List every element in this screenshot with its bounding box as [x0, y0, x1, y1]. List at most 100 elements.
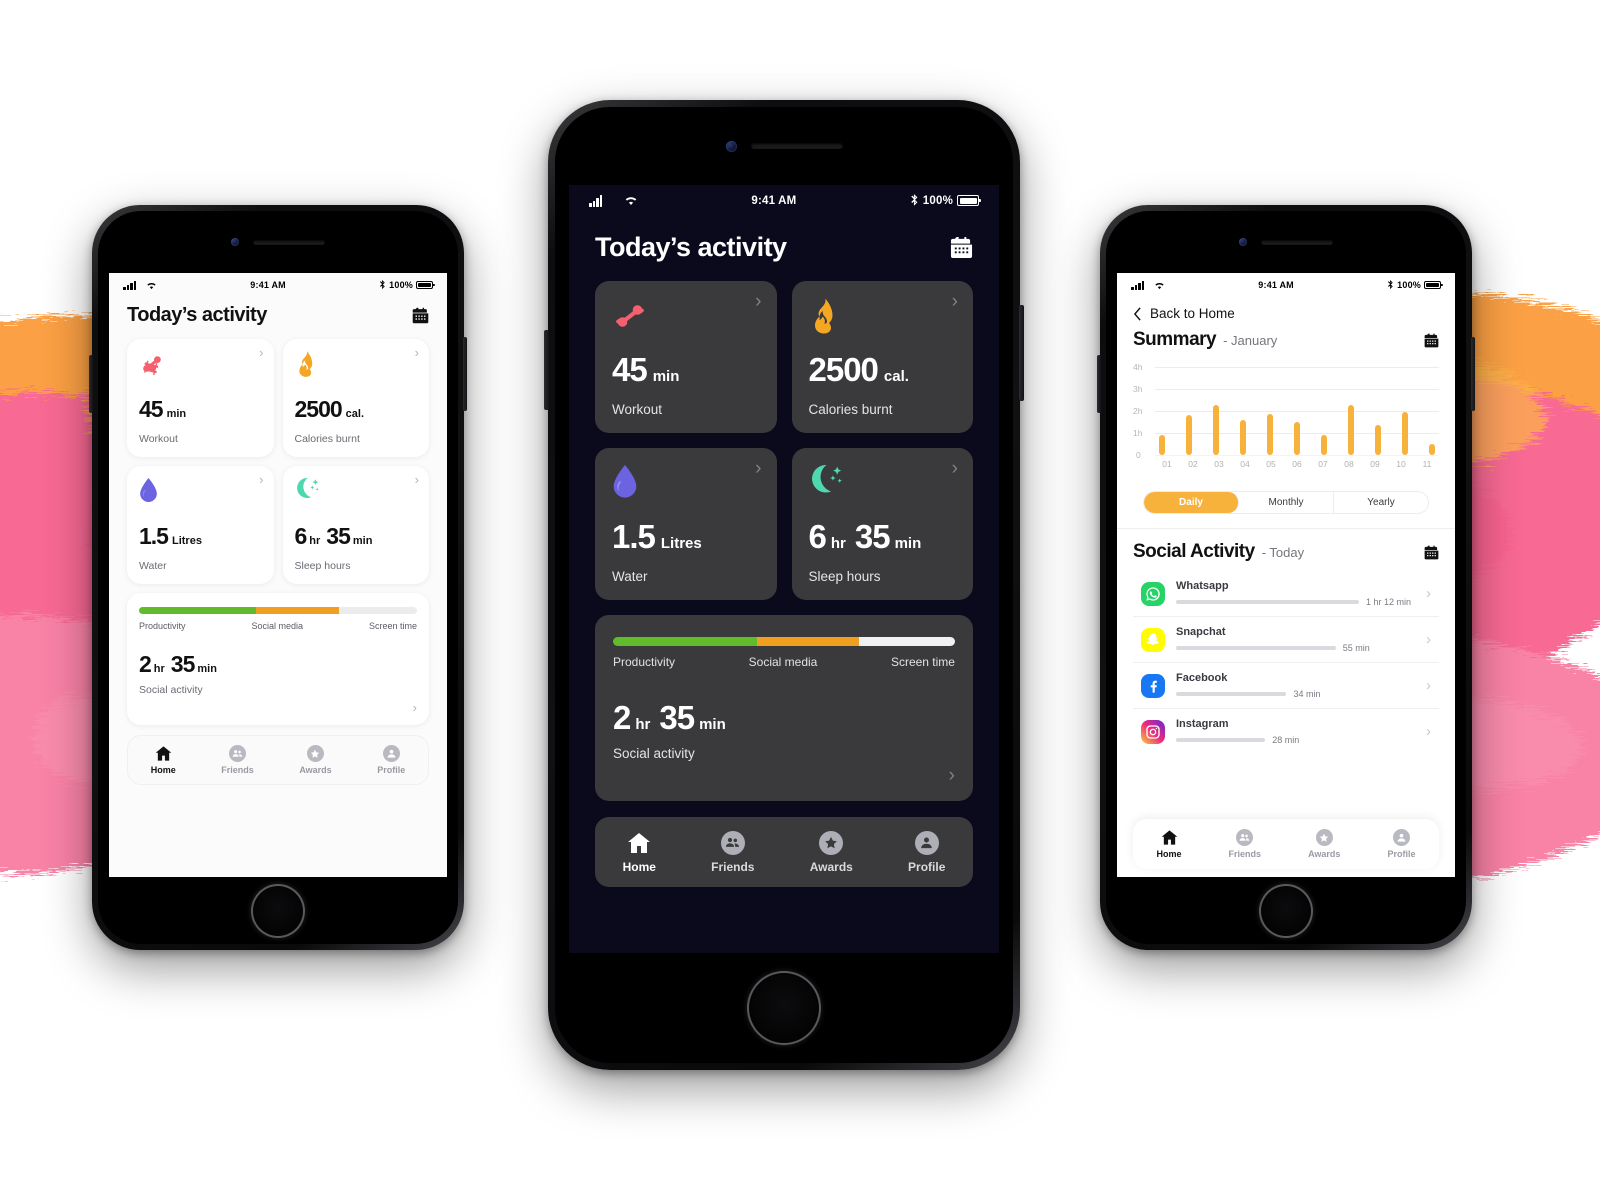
- calendar-icon[interactable]: [950, 236, 973, 259]
- list-item[interactable]: Snapchat 55 min ›: [1133, 617, 1439, 663]
- battery-icon: [1424, 281, 1443, 289]
- home-button[interactable]: [1259, 883, 1313, 938]
- summary-bar-chart: 4h 3h 2h 1h 0 01 02 03 04 05 06 07 08 09…: [1133, 362, 1439, 475]
- screen-time-labels: Productivity Social media Screen time: [139, 621, 417, 631]
- tab-home[interactable]: Home: [623, 831, 656, 874]
- range-daily[interactable]: Daily: [1144, 492, 1239, 513]
- chevron-right-icon: ›: [414, 345, 419, 360]
- tab-awards[interactable]: Awards: [1308, 829, 1340, 859]
- social-activity-card[interactable]: Productivity Social media Screen time 2 …: [595, 615, 973, 801]
- tab-label: Home: [622, 859, 656, 874]
- metric-value-row: 45 min: [139, 396, 186, 423]
- calendar-icon[interactable]: [412, 307, 429, 324]
- tab-profile[interactable]: Profile: [377, 745, 405, 775]
- xtick: 09: [1370, 459, 1380, 469]
- tab-profile[interactable]: Profile: [1387, 829, 1415, 859]
- tab-home[interactable]: Home: [151, 745, 176, 775]
- metric-caption: Water: [612, 569, 648, 584]
- tab-home[interactable]: Home: [1157, 829, 1182, 859]
- tab-friends[interactable]: Friends: [1229, 829, 1261, 859]
- page-title: Today’s activity: [127, 304, 267, 326]
- metric-card-sleep[interactable]: › 6 hr 35 min Sleep hours: [791, 448, 973, 600]
- metric-value: 2500: [294, 396, 343, 422]
- social-activity-list: Whatsapp 1 hr 12 min › Snapchat 55 min ›…: [1133, 571, 1439, 754]
- status-time: 9:41 AM: [250, 280, 286, 290]
- metric-card-sleep[interactable]: › 6 hr 35 min Sleep hours: [282, 466, 429, 584]
- chart-bar[interactable]: [1429, 444, 1435, 455]
- chevron-right-icon: ›: [1426, 723, 1431, 740]
- calendar-icon[interactable]: [1424, 545, 1439, 560]
- metric-card-calories[interactable]: › 2500 cal. Calories burnt: [282, 339, 429, 457]
- list-item[interactable]: Instagram 28 min ›: [1133, 709, 1439, 754]
- battery-icon: [957, 195, 981, 206]
- chart-bar[interactable]: [1321, 434, 1327, 455]
- ytick-3h: 3h: [1133, 384, 1143, 394]
- battery-percent: 100%: [389, 280, 413, 290]
- summary-screen: 9:41 AM 100% Back to Home Summary - Janu…: [1117, 273, 1455, 877]
- back-to-home-button[interactable]: Back to Home: [1117, 292, 1455, 323]
- home-button[interactable]: [251, 883, 305, 938]
- chart-bar[interactable]: [1267, 414, 1273, 455]
- metric-card-water[interactable]: › 1.5 Litres Water: [127, 466, 274, 584]
- label-productivity: Productivity: [613, 655, 676, 669]
- chart-bar[interactable]: [1294, 422, 1300, 455]
- phone-center-volume-buttons: [544, 330, 549, 410]
- status-time: 9:41 AM: [1258, 280, 1294, 290]
- chart-bar[interactable]: [1402, 412, 1408, 455]
- tab-awards[interactable]: Awards: [299, 745, 332, 775]
- list-item[interactable]: Whatsapp 1 hr 12 min ›: [1133, 571, 1439, 617]
- metric-card-workout[interactable]: › 45 min Workout: [595, 281, 777, 433]
- tab-friends[interactable]: Friends: [221, 745, 254, 775]
- tab-awards[interactable]: Awards: [810, 830, 853, 874]
- social-activity-card[interactable]: Productivity Social media Screen time 2 …: [127, 593, 429, 725]
- home-button[interactable]: [747, 971, 821, 1045]
- list-item-body: Instagram 28 min: [1176, 718, 1411, 745]
- usage-bar-row: 55 min: [1176, 643, 1411, 653]
- range-yearly[interactable]: Yearly: [1334, 492, 1428, 513]
- metric-value-row: 6 hr 35 min: [809, 518, 922, 556]
- ytick-4h: 4h: [1133, 362, 1143, 372]
- range-monthly[interactable]: Monthly: [1239, 492, 1334, 513]
- tab-friends[interactable]: Friends: [711, 830, 754, 874]
- label-social-media: Social media: [748, 655, 818, 669]
- star-badge-icon: [1315, 829, 1333, 846]
- status-time: 9:41 AM: [751, 194, 797, 207]
- bar-segment-productivity: [613, 637, 757, 646]
- list-item[interactable]: Facebook 34 min ›: [1133, 663, 1439, 709]
- chart-bar[interactable]: [1213, 405, 1219, 455]
- metric-unit: cal.: [345, 408, 365, 420]
- calendar-icon[interactable]: [1424, 333, 1439, 348]
- tab-label: Awards: [1308, 849, 1341, 859]
- social-value: 2: [139, 651, 152, 677]
- chart-bar[interactable]: [1375, 425, 1381, 455]
- usage-time: 28 min: [1272, 735, 1300, 745]
- bluetooth-icon: [1388, 280, 1393, 290]
- tab-profile[interactable]: Profile: [908, 830, 945, 874]
- bar-segment-social-media: [255, 607, 340, 614]
- chart-bar[interactable]: [1159, 434, 1165, 455]
- chart-bar[interactable]: [1240, 419, 1246, 455]
- battery-percent: 100%: [922, 194, 953, 207]
- metric-unit: hr: [830, 535, 846, 552]
- metric-unit: min: [652, 368, 680, 385]
- metric-value: 1.5: [612, 518, 656, 555]
- chart-bar[interactable]: [1348, 405, 1354, 455]
- xtick: 06: [1292, 459, 1302, 469]
- metric-unit: Litres: [660, 535, 702, 552]
- tab-bar: Home Friends Awards Profile: [1133, 819, 1439, 869]
- social-unit-2: min: [197, 663, 217, 675]
- chevron-right-icon: ›: [755, 458, 762, 479]
- usage-bar-row: 1 hr 12 min: [1176, 597, 1411, 607]
- xtick: 08: [1344, 459, 1354, 469]
- tab-label: Profile: [1387, 849, 1416, 859]
- metric-card-workout[interactable]: › 45 min Workout: [127, 339, 274, 457]
- social-unit-2: min: [699, 716, 726, 733]
- metric-card-water[interactable]: › 1.5 Litres Water: [595, 448, 777, 600]
- social-activity-subtitle: - Today: [1261, 545, 1305, 560]
- chart-bar[interactable]: [1186, 415, 1192, 455]
- metric-card-calories[interactable]: › 2500 cal. Calories burnt: [791, 281, 973, 433]
- metric-caption: Water: [139, 560, 167, 572]
- xtick: 11: [1422, 459, 1432, 469]
- metric-caption: Workout: [612, 402, 663, 417]
- person-icon: [382, 745, 400, 762]
